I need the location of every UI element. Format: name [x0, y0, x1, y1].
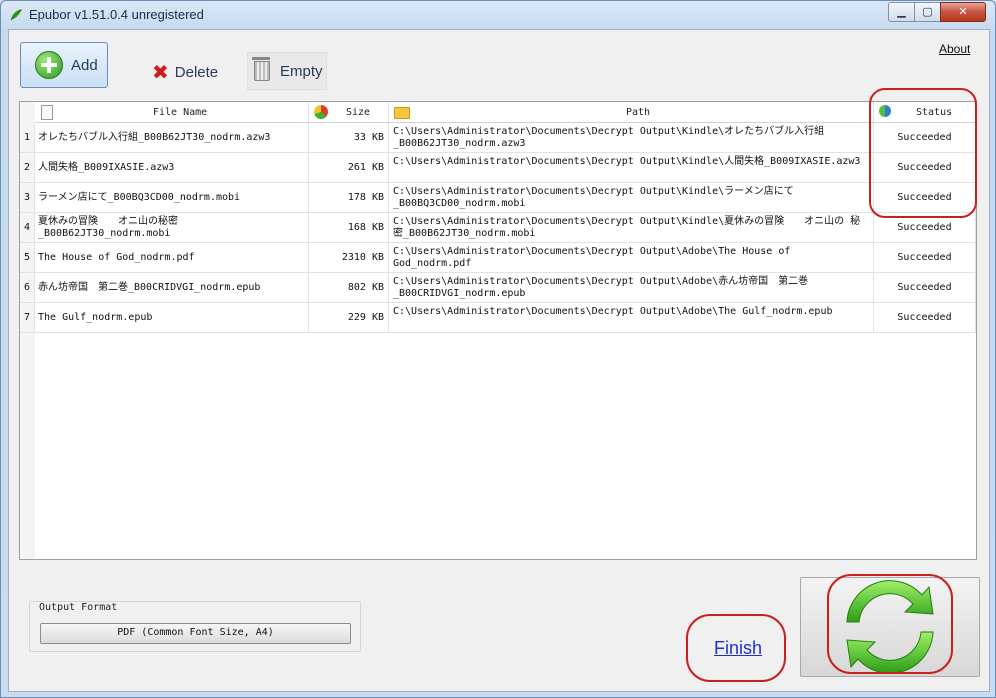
about-link[interactable]: About	[939, 42, 970, 56]
window-title: Epubor v1.51.0.4 unregistered	[29, 7, 204, 22]
file-size-cell: 229 KB	[309, 303, 389, 332]
file-path-cell: C:\Users\Administrator\Documents\Decrypt…	[389, 183, 874, 212]
file-name-cell: The House of God_nodrm.pdf	[35, 243, 309, 272]
empty-button[interactable]: Empty	[247, 52, 327, 90]
column-header-size[interactable]: Size	[309, 102, 389, 123]
file-size-cell: 168 KB	[309, 213, 389, 242]
trash-icon	[252, 57, 270, 81]
column-header-file-name[interactable]: File Name	[35, 102, 309, 123]
finish-highlight-annotation	[686, 614, 786, 682]
file-name-header-label: File Name	[153, 107, 208, 118]
file-path-cell: C:\Users\Administrator\Documents\Decrypt…	[389, 273, 874, 302]
file-size-cell: 178 KB	[309, 183, 389, 212]
add-button[interactable]: Add	[20, 42, 108, 88]
maximize-button[interactable]: ▢	[914, 2, 941, 22]
app-window: Epubor v1.51.0.4 unregistered ▁ ▢ ✕ Add …	[0, 0, 996, 698]
epubor-logo-icon	[10, 9, 22, 21]
convert-highlight-annotation	[827, 574, 953, 674]
path-header-label: Path	[626, 107, 651, 118]
row-number: 5	[20, 243, 35, 272]
file-name-cell: The Gulf_nodrm.epub	[35, 303, 309, 332]
file-name-cell: ラーメン店にて_B00BQ3CD00_nodrm.mobi	[35, 183, 309, 212]
file-name-cell: 夏休みの冒険 オニ山の秘密 _B00B62JT30_nodrm.mobi	[35, 213, 309, 242]
file-path-cell: C:\Users\Administrator\Documents\Decrypt…	[389, 243, 874, 272]
table-row[interactable]: 3 ラーメン店にて_B00BQ3CD00_nodrm.mobi 178 KB C…	[20, 183, 976, 213]
status-highlight-annotation	[869, 88, 977, 218]
row-number: 2	[20, 153, 35, 182]
status-cell: Succeeded	[874, 303, 976, 332]
minimize-button[interactable]: ▁	[888, 2, 915, 22]
status-cell: Succeeded	[874, 243, 976, 272]
table-row[interactable]: 6 赤ん坊帝国 第二巻_B00CRIDVGI_nodrm.epub 802 KB…	[20, 273, 976, 303]
row-number: 4	[20, 213, 35, 242]
row-number: 3	[20, 183, 35, 212]
file-size-cell: 33 KB	[309, 123, 389, 152]
row-number: 1	[20, 123, 35, 152]
status-cell: Succeeded	[874, 273, 976, 302]
file-name-cell: 赤ん坊帝国 第二巻_B00CRIDVGI_nodrm.epub	[35, 273, 309, 302]
file-path-cell: C:\Users\Administrator\Documents\Decrypt…	[389, 213, 874, 242]
row-number: 6	[20, 273, 35, 302]
folder-icon	[394, 107, 410, 119]
row-number: 7	[20, 303, 35, 332]
close-button[interactable]: ✕	[940, 2, 986, 22]
add-circle-icon	[35, 51, 63, 79]
add-label: Add	[71, 56, 98, 74]
table-row[interactable]: 2 人間失格_B009IXASIE.azw3 261 KB C:\Users\A…	[20, 153, 976, 183]
title-bar[interactable]: Epubor v1.51.0.4 unregistered ▁ ▢ ✕	[1, 1, 995, 29]
file-table[interactable]: File Name Size Path Status 1 オレたちバブル入行組_…	[19, 101, 977, 560]
red-x-icon: ✖	[152, 60, 169, 84]
document-icon	[41, 105, 53, 120]
file-path-cell: C:\Users\Administrator\Documents\Decrypt…	[389, 123, 874, 152]
file-size-cell: 802 KB	[309, 273, 389, 302]
output-format-button[interactable]: PDF (Common Font Size, A4)	[40, 623, 351, 644]
file-path-cell: C:\Users\Administrator\Documents\Decrypt…	[389, 303, 874, 332]
delete-label: Delete	[174, 63, 219, 81]
table-row[interactable]: 4 夏休みの冒険 オニ山の秘密 _B00B62JT30_nodrm.mobi 1…	[20, 213, 976, 243]
file-size-cell: 261 KB	[309, 153, 389, 182]
size-header-label: Size	[346, 107, 371, 118]
table-row[interactable]: 1 オレたちバブル入行組_B00B62JT30_nodrm.azw3 33 KB…	[20, 123, 976, 153]
file-name-cell: オレたちバブル入行組_B00B62JT30_nodrm.azw3	[35, 123, 309, 152]
file-size-cell: 2310 KB	[309, 243, 389, 272]
delete-button[interactable]: ✖ Delete	[152, 60, 218, 84]
file-path-cell: C:\Users\Administrator\Documents\Decrypt…	[389, 153, 874, 182]
pie-chart-icon	[314, 105, 328, 119]
column-header-path[interactable]: Path	[389, 102, 874, 123]
file-name-cell: 人間失格_B009IXASIE.azw3	[35, 153, 309, 182]
table-row[interactable]: 7 The Gulf_nodrm.epub 229 KB C:\Users\Ad…	[20, 303, 976, 333]
table-row[interactable]: 5 The House of God_nodrm.pdf 2310 KB C:\…	[20, 243, 976, 273]
output-format-label: Output Format	[39, 602, 118, 613]
empty-label: Empty	[280, 62, 323, 80]
